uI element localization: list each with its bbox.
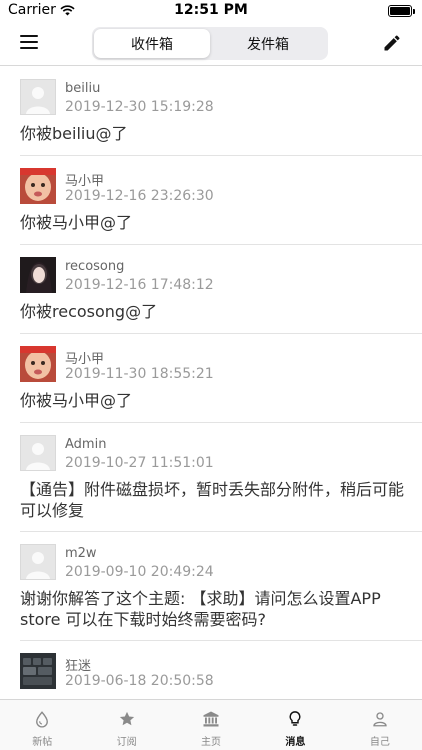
- keyboard-photo-avatar: [20, 653, 56, 689]
- status-bar: Carrier 12:51 PM: [0, 0, 422, 22]
- lightbulb-icon: [290, 711, 301, 726]
- message-time: 2019-10-27 11:51:01: [65, 455, 214, 471]
- mailbox-segmented-control: 收件箱 发件箱: [92, 27, 328, 60]
- tab-label: 订阅: [116, 737, 137, 748]
- sender-name: m2w: [65, 546, 97, 561]
- default-avatar: [20, 544, 56, 580]
- bank-icon: [203, 711, 219, 727]
- tab-label: 消息: [285, 737, 306, 748]
- clock: 12:51 PM: [174, 2, 248, 18]
- star-icon: [119, 711, 134, 726]
- message-content: 你被马小甲@了: [20, 391, 133, 410]
- person-icon: [373, 712, 387, 727]
- message-item[interactable]: m2w 2019-09-10 20:49:24 谢谢你解答了这个主题: 【求助】…: [20, 532, 422, 641]
- message-item[interactable]: 马小甲 2019-12-16 23:26:30 你被马小甲@了: [20, 156, 422, 245]
- tab-label: 新帖: [32, 737, 53, 748]
- tab-home[interactable]: 主页: [169, 700, 253, 750]
- message-item[interactable]: recosong 2019-12-16 17:48:12 你被recosong@…: [20, 245, 422, 334]
- tab-outbox[interactable]: 发件箱: [210, 29, 326, 58]
- message-content: 你被recosong@了: [20, 302, 158, 321]
- sender-name: 狂迷: [65, 659, 92, 674]
- droplet-icon: [36, 711, 49, 728]
- tab-label: 主页: [201, 737, 222, 748]
- message-time: 2019-12-16 23:26:30: [65, 188, 214, 204]
- sender-name: 马小甲: [65, 174, 105, 189]
- message-time: 2019-11-30 18:55:21: [65, 366, 214, 382]
- default-avatar: [20, 79, 56, 115]
- message-item[interactable]: Admin 2019-10-27 11:51:01 【通告】附件磁盘损坏，暂时丢…: [20, 423, 422, 532]
- message-time: 2019-12-30 15:19:28: [65, 99, 214, 115]
- message-content: 你被beiliu@了: [20, 124, 128, 143]
- message-time: 2019-12-16 17:48:12: [65, 277, 214, 293]
- baby-photo-avatar: [20, 346, 56, 382]
- sender-name: 马小甲: [65, 352, 105, 367]
- battery-icon: [388, 5, 415, 17]
- message-item[interactable]: 马小甲 2019-11-30 18:55:21 你被马小甲@了: [20, 334, 422, 423]
- message-time: 2019-09-10 20:49:24: [65, 564, 214, 580]
- tab-label: 自己: [369, 737, 390, 748]
- tab-new-posts[interactable]: 新帖: [0, 700, 84, 750]
- message-time: 2019-06-18 20:50:58: [65, 673, 214, 689]
- sender-name: Admin: [65, 437, 107, 452]
- message-item[interactable]: 狂迷 2019-06-18 20:50:58: [20, 641, 422, 699]
- bottom-tab-bar: 新帖 订阅 主页 消息 自己: [0, 699, 422, 750]
- menu-icon[interactable]: [20, 35, 38, 51]
- baby-photo-avatar: [20, 168, 56, 204]
- sender-name: beiliu: [65, 81, 101, 96]
- compose-icon[interactable]: [382, 33, 402, 53]
- sender-name: recosong: [65, 259, 125, 274]
- tab-messages[interactable]: 消息: [253, 700, 337, 750]
- tab-profile[interactable]: 自己: [338, 700, 422, 750]
- tab-inbox[interactable]: 收件箱: [94, 29, 210, 58]
- message-content: 你被马小甲@了: [20, 213, 133, 232]
- default-avatar: [20, 435, 56, 471]
- message-content: 【通告】附件磁盘损坏，暂时丢失部分附件，稍后可能可以修复: [20, 480, 405, 520]
- message-list: beiliu 2019-12-30 15:19:28 你被beiliu@了 马小…: [0, 67, 422, 699]
- message-item[interactable]: beiliu 2019-12-30 15:19:28 你被beiliu@了: [20, 67, 422, 156]
- message-content: 谢谢你解答了这个主题: 【求助】请问怎么设置APP store 可以在下载时始终…: [20, 589, 381, 629]
- navigation-bar: 收件箱 发件箱: [0, 22, 422, 66]
- tab-subscriptions[interactable]: 订阅: [84, 700, 168, 750]
- dark-portrait-avatar: [20, 257, 56, 293]
